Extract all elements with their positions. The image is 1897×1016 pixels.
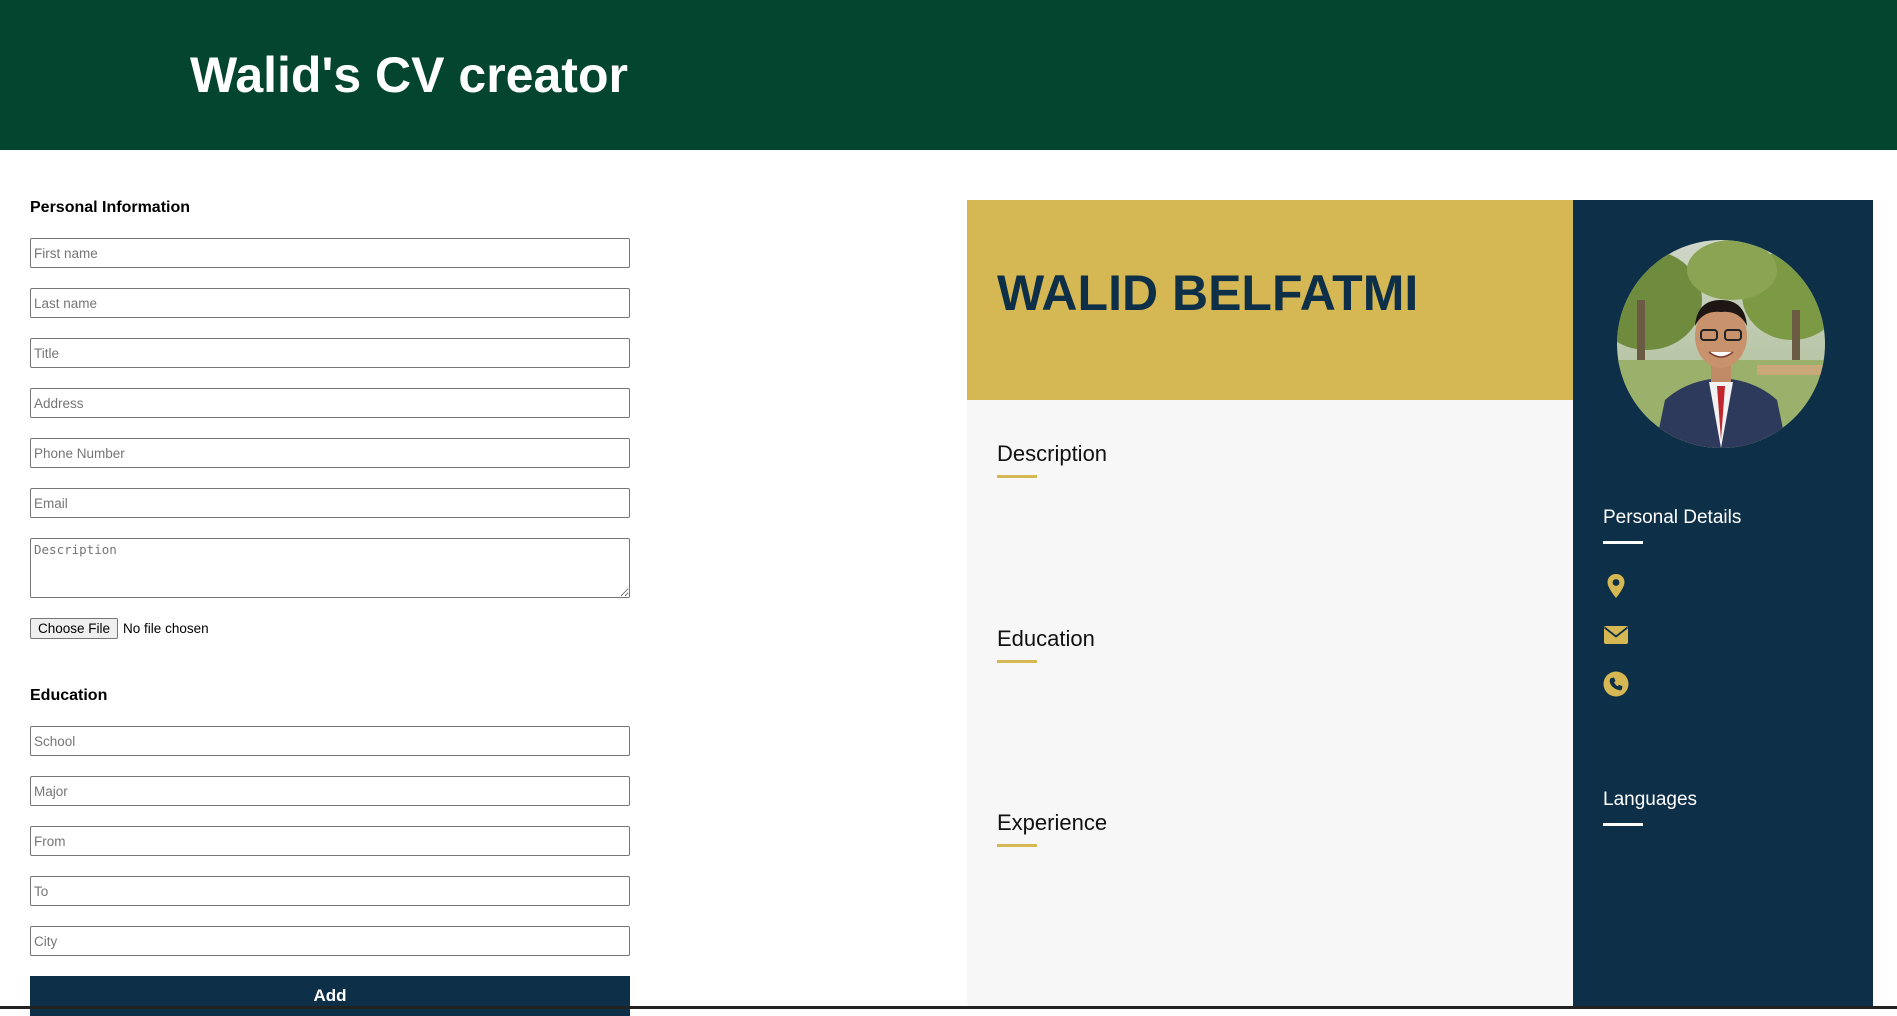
languages-underline [1603,823,1643,826]
app-title: Walid's CV creator [190,47,628,103]
cv-education-title: Education [997,626,1095,651]
experience-underline [997,844,1037,847]
school-input[interactable] [30,726,630,756]
personal-details-title: Personal Details [1603,507,1742,528]
file-status: No file chosen [123,621,209,636]
title-input[interactable] [30,338,630,368]
choose-file-button[interactable]: Choose File [30,618,119,639]
avatar [1617,240,1825,448]
first-name-input[interactable] [30,238,630,268]
add-education-button[interactable]: Add [30,976,630,1016]
address-input[interactable] [30,388,630,418]
location-pin-icon [1607,574,1625,598]
education-underline [997,660,1037,663]
cv-experience-title: Experience [997,810,1108,835]
cv-preview: WALID BELFATMI Description Education Exp… [967,200,1873,1009]
cv-name: WALID BELFATMI [997,265,1419,321]
personal-info-heading: Personal Information [30,199,191,216]
city-input[interactable] [30,926,630,956]
personal-details-underline [1603,541,1643,544]
phone-input[interactable] [30,438,630,468]
email-input[interactable] [30,488,630,518]
to-input[interactable] [30,876,630,906]
profile-photo [1617,240,1825,448]
cv-description-title: Description [997,441,1108,466]
education-heading: Education [30,687,108,704]
cv-name-banner: WALID BELFATMI [967,200,1573,400]
photo-file-input: Choose File No file chosen [30,618,209,639]
description-textarea[interactable] [30,538,630,598]
phone-icon [1603,671,1629,697]
envelope-icon [1603,626,1629,644]
app-header: Walid's CV creator [0,0,1897,150]
languages-title: Languages [1603,789,1698,810]
description-underline [997,475,1037,478]
last-name-input[interactable] [30,288,630,318]
cv-sidebar: Personal Details Languages [1573,200,1873,1009]
major-input[interactable] [30,776,630,806]
from-input[interactable] [30,826,630,856]
